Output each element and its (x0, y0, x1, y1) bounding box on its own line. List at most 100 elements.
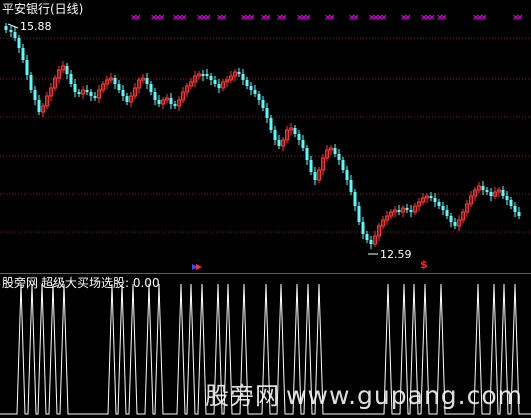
max-arrow (7, 23, 19, 29)
candle-body (349, 180, 353, 192)
x-marker: × (280, 13, 288, 23)
candle-body (257, 94, 261, 100)
candle-body (85, 90, 89, 92)
x-marker: × (204, 13, 212, 23)
candle-body (441, 206, 445, 210)
candle-body (485, 190, 489, 192)
watermark-cn: 股旁网 (205, 382, 281, 410)
candle-body (505, 196, 509, 200)
candle-body (273, 130, 277, 140)
candle-body (357, 206, 361, 222)
x-marker: × (248, 13, 256, 23)
x-marker: × (264, 13, 272, 23)
candle-body (449, 216, 453, 222)
x-marker: × (220, 13, 228, 23)
candle-body (405, 208, 409, 210)
candle-body (253, 90, 257, 94)
x-marker: × (328, 13, 336, 23)
x-marker: × (428, 13, 436, 23)
candle-body (261, 100, 265, 108)
candle-body (173, 104, 177, 106)
candle-body (241, 74, 245, 80)
candle-body (37, 100, 41, 112)
x-marker: × (158, 13, 166, 23)
min-price-label: 12.59 (380, 248, 412, 261)
candle-body (341, 160, 345, 170)
watermark: 股旁网 www.gupang.com (205, 376, 523, 411)
candle-body (429, 196, 433, 198)
candle-body (445, 210, 449, 216)
candle-body (117, 84, 121, 90)
indicator-title: 超级大买场选股: 0.00 (41, 276, 160, 290)
candle-body (337, 154, 341, 160)
candle-body (25, 60, 29, 75)
candle-body (121, 90, 125, 96)
candle-body (249, 86, 253, 90)
candle-body (33, 90, 37, 100)
candle-body (489, 192, 493, 196)
candle-body (157, 100, 161, 104)
pane-divider (0, 273, 531, 274)
candle-body (269, 118, 273, 130)
watermark-url: www.gupang.com (286, 381, 523, 410)
candle-body (481, 186, 485, 190)
candle-body (345, 170, 349, 180)
candle-body (437, 202, 441, 206)
candle-body (517, 212, 521, 216)
candle-body (205, 74, 209, 76)
candle-body (29, 75, 33, 90)
indicator-source-label: 股旁网 (2, 276, 39, 290)
candle-body (93, 96, 97, 98)
candle-body (297, 134, 301, 140)
candle-body (209, 76, 213, 80)
x-marker: × (304, 13, 312, 23)
candle-body (309, 160, 313, 172)
candle-body (237, 72, 241, 74)
candle-body (125, 96, 129, 102)
stock-title: 平安银行(日线) (2, 2, 84, 16)
candle-body (21, 48, 25, 60)
candle-body (73, 84, 77, 92)
candle-body (201, 74, 205, 76)
candle-body (89, 92, 93, 96)
candle-body (213, 80, 217, 84)
candle-body (13, 32, 17, 38)
candle-body (305, 148, 309, 160)
candle-body (501, 190, 505, 196)
candle-body (433, 198, 437, 202)
candle-body (453, 222, 457, 226)
x-marker: × (480, 13, 488, 23)
x-marker: × (440, 13, 448, 23)
candle-body (361, 222, 365, 234)
signal-s-icon: $ (420, 258, 428, 271)
x-marker: × (516, 13, 524, 23)
candle-body (77, 92, 81, 94)
candle-body (313, 172, 317, 180)
candle-body (369, 240, 373, 244)
x-marker: × (134, 13, 142, 23)
candle-body (4, 26, 8, 30)
candle-body (509, 200, 513, 206)
x-marker: × (404, 13, 412, 23)
candle-body (169, 98, 173, 104)
candle-body (9, 30, 13, 32)
x-marker: × (352, 13, 360, 23)
max-price-label: 15.88 (20, 20, 52, 33)
candle-body (513, 206, 517, 212)
candle-body (301, 140, 305, 148)
candle-body (217, 84, 221, 88)
candle-body (333, 148, 337, 154)
price-chart[interactable]: ×× ××× ××× ××× ×× ××× ×× ×× ××× ×× ×× ×××× ×× ××× ×× ××… (0, 0, 531, 273)
candle-body (149, 84, 153, 92)
candle-body (293, 128, 297, 134)
candle-body (277, 140, 281, 146)
candle-body (353, 192, 357, 206)
candle-body (69, 74, 73, 84)
candle-body (245, 80, 249, 86)
candle-body (365, 234, 369, 240)
x-marker: × (180, 13, 188, 23)
candle-body (145, 78, 149, 84)
candle-body (113, 78, 117, 84)
candle-body (265, 108, 269, 118)
marker-triangle (196, 264, 202, 270)
